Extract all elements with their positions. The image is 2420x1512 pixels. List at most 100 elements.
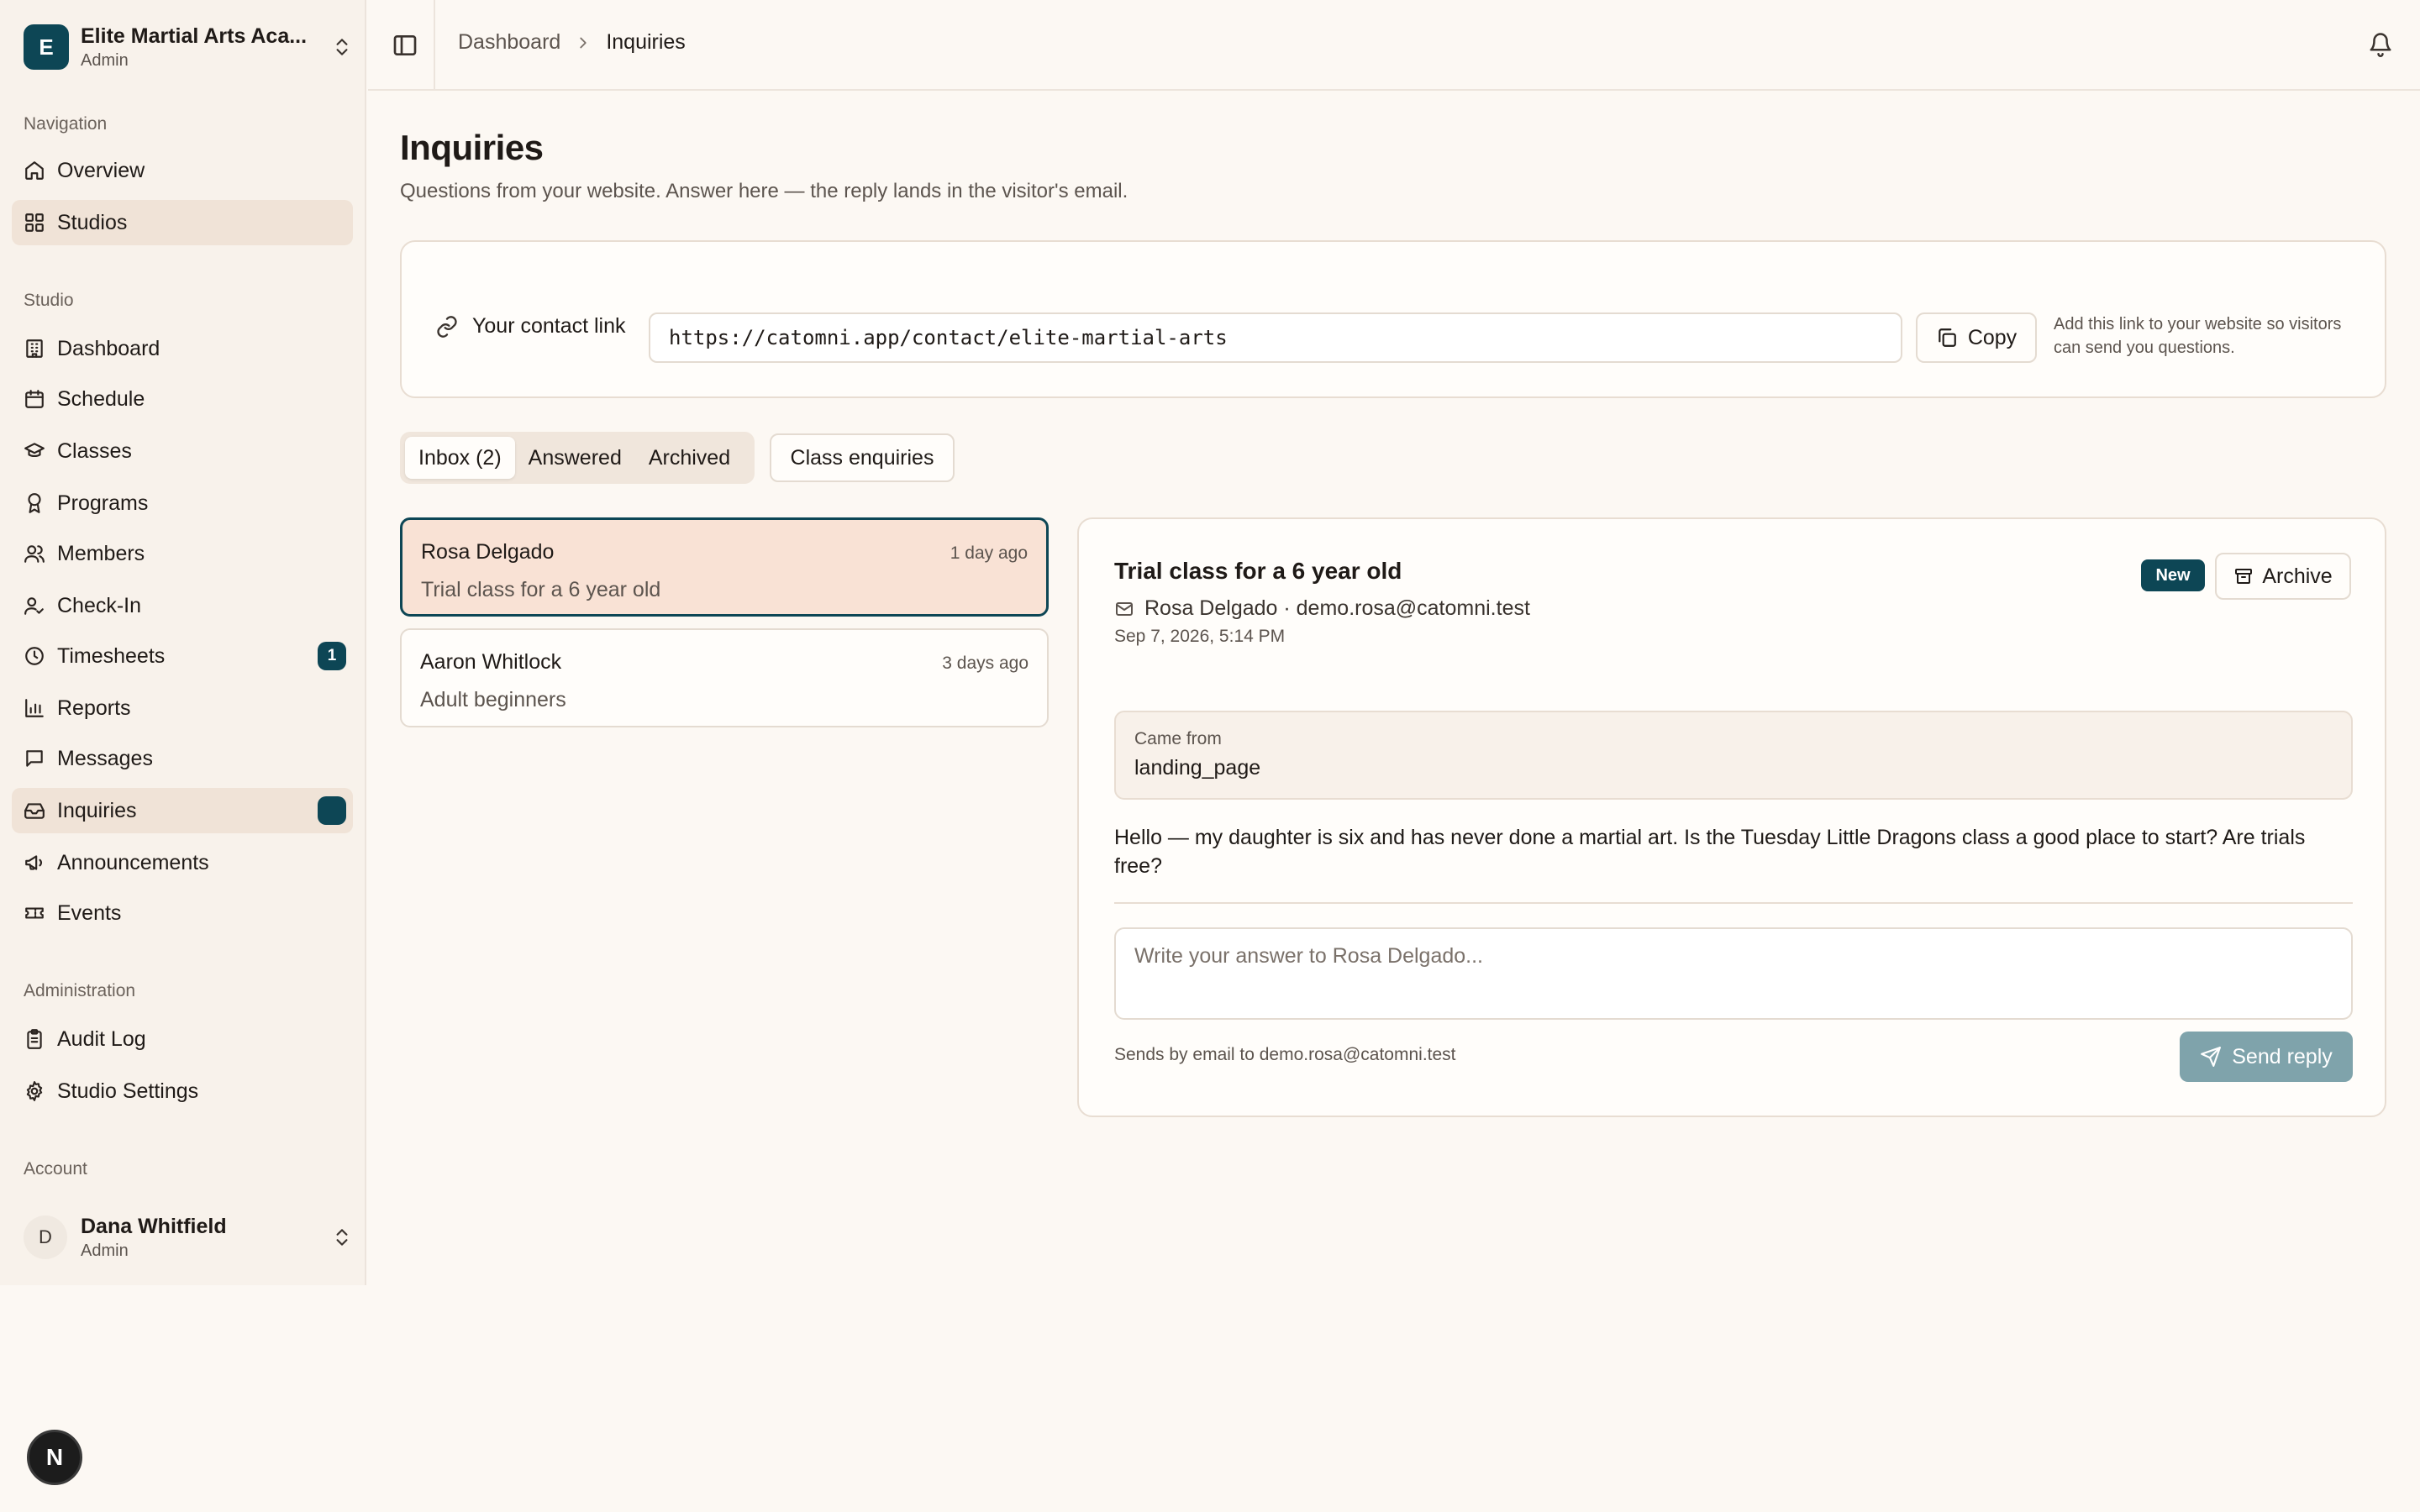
chevrons-up-down-icon	[331, 1226, 353, 1248]
message-icon	[24, 748, 45, 769]
sidebar-item-studios[interactable]: Studios	[12, 200, 353, 245]
sidebar-item-audit-log[interactable]: Audit Log	[12, 1016, 353, 1062]
award-icon	[24, 492, 45, 514]
class-enquiries-button[interactable]: Class enquiries	[770, 433, 955, 482]
chevron-right-icon	[574, 34, 592, 52]
account-switcher[interactable]: D Dana Whitfield Admin	[24, 1208, 353, 1267]
inbox-icon	[24, 800, 45, 822]
nav-section-administration: Administration	[24, 981, 136, 1000]
sidebar-item-announcements[interactable]: Announcements	[12, 840, 353, 885]
sidebar-item-dashboard[interactable]: Dashboard	[12, 326, 353, 371]
source-value: landing_page	[1134, 756, 1261, 780]
sidebar-item-programs[interactable]: Programs	[12, 480, 353, 526]
sidebar-item-label: Announcements	[57, 850, 209, 874]
sidebar-item-classes[interactable]: Classes	[12, 428, 353, 474]
workspace-switcher[interactable]: E Elite Martial Arts Aca... Admin	[24, 23, 353, 71]
bell-icon[interactable]	[2368, 32, 2393, 57]
sidebar-item-messages[interactable]: Messages	[12, 736, 353, 781]
list-item[interactable]: Aaron Whitlock 3 days ago Adult beginner…	[400, 628, 1049, 727]
contact-link-card: Your contact link https://catomni.app/co…	[400, 240, 2386, 398]
nav-section-account: Account	[24, 1159, 87, 1179]
inquiry-sender: Rosa Delgado	[421, 540, 555, 564]
inquiry-detail: Trial class for a 6 year old Rosa Delgad…	[1077, 517, 2386, 1117]
home-icon	[24, 160, 45, 181]
inquiry-subject: Trial class for a 6 year old	[421, 578, 661, 601]
sidebar-item-label: Messages	[57, 746, 153, 770]
sidebar-item-schedule[interactable]: Schedule	[12, 376, 353, 422]
inquiry-time: 1 day ago	[950, 543, 1028, 563]
reply-input[interactable]	[1114, 927, 2353, 1020]
account-role: Admin	[81, 1241, 129, 1260]
clock-icon	[24, 645, 45, 667]
sidebar-item-label: Audit Log	[57, 1026, 146, 1051]
sidebar-toggle-icon[interactable]	[392, 32, 418, 59]
tab-inbox[interactable]: Inbox (2)	[405, 437, 515, 479]
contact-link-label: Your contact link	[435, 314, 626, 339]
megaphone-icon	[24, 852, 45, 874]
sidebar-item-label: Inquiries	[57, 798, 137, 822]
mail-icon	[1114, 599, 1134, 619]
topbar-divider	[434, 0, 435, 89]
archive-button[interactable]: Archive	[2215, 553, 2351, 600]
inquiry-tabs: Inbox (2) Answered Archived	[400, 432, 755, 484]
inquiry-message: Hello — my daughter is six and has never…	[1114, 826, 2306, 878]
users-icon	[24, 543, 45, 564]
breadcrumb-dashboard[interactable]: Dashboard	[458, 30, 560, 55]
copy-button[interactable]: Copy	[1916, 312, 2037, 363]
sidebar-item-events[interactable]: Events	[12, 890, 353, 936]
sidebar-item-check-in[interactable]: Check-In	[12, 583, 353, 628]
workspace-role: Admin	[81, 50, 129, 70]
timesheets-count-badge: 1	[318, 642, 346, 670]
sidebar-item-reports[interactable]: Reports	[12, 685, 353, 731]
building-icon	[24, 338, 45, 360]
page-subtitle: Questions from your website. Answer here…	[400, 180, 1128, 202]
send-reply-button[interactable]: Send reply	[2180, 1032, 2353, 1082]
inquiry-from: Rosa Delgado · demo.rosa@catomni.test	[1114, 596, 1530, 621]
sidebar-item-overview[interactable]: Overview	[12, 148, 353, 193]
calendar-icon	[24, 388, 45, 410]
sidebar-item-label: Reports	[57, 696, 131, 720]
archive-icon	[2233, 566, 2254, 586]
reply-hint: Sends by email to demo.rosa@catomni.test	[1114, 1045, 1456, 1064]
nav-section-navigation: Navigation	[24, 114, 108, 134]
nav-section-studio: Studio	[24, 291, 74, 310]
sidebar-item-label: Studios	[57, 210, 128, 234]
source-label: Came from	[1134, 729, 1222, 748]
sidebar-item-label: Members	[57, 541, 145, 565]
sidebar-item-timesheets[interactable]: Timesheets 1	[12, 633, 353, 679]
gear-icon	[24, 1080, 45, 1102]
sidebar-item-label: Programs	[57, 491, 149, 515]
sidebar-item-label: Overview	[57, 158, 145, 182]
clipboard-icon	[24, 1028, 45, 1050]
sidebar-item-label: Dashboard	[57, 336, 160, 360]
sidebar-item-studio-settings[interactable]: Studio Settings	[12, 1068, 353, 1114]
divider	[1114, 902, 2353, 904]
link-icon	[435, 315, 459, 339]
sidebar-item-label: Classes	[57, 438, 132, 463]
tab-archived[interactable]: Archived	[635, 437, 744, 479]
dev-tools-badge[interactable]: N	[27, 1430, 82, 1485]
inquiry-sender: Aaron Whitlock	[420, 650, 562, 674]
tab-answered[interactable]: Answered	[515, 437, 635, 479]
contact-link-field[interactable]: https://catomni.app/contact/elite-martia…	[649, 312, 1902, 363]
topbar: Dashboard Inquiries	[368, 0, 2420, 91]
graduation-cap-icon	[24, 440, 45, 462]
sidebar-item-label: Studio Settings	[57, 1079, 199, 1103]
sidebar-item-label: Schedule	[57, 386, 145, 411]
sidebar-item-label: Check-In	[57, 593, 142, 617]
breadcrumb: Dashboard Inquiries	[458, 30, 686, 55]
sidebar: E Elite Martial Arts Aca... Admin Naviga…	[0, 0, 366, 1285]
source-info: Came from landing_page	[1114, 711, 2353, 800]
inquiry-date: Sep 7, 2026, 5:14 PM	[1114, 627, 1286, 646]
sidebar-item-members[interactable]: Members	[12, 531, 353, 576]
copy-icon	[1936, 327, 1958, 349]
list-item[interactable]: Rosa Delgado 1 day ago Trial class for a…	[400, 517, 1049, 617]
account-name: Dana Whitfield	[81, 1214, 227, 1238]
send-icon	[2200, 1046, 2222, 1068]
status-badge: New	[2141, 559, 2205, 591]
sidebar-item-inquiries[interactable]: Inquiries	[12, 788, 353, 833]
sidebar-item-label: Events	[57, 900, 122, 925]
inquiry-subject: Adult beginners	[420, 688, 566, 711]
ticket-icon	[24, 902, 45, 924]
chevrons-up-down-icon	[331, 36, 353, 58]
